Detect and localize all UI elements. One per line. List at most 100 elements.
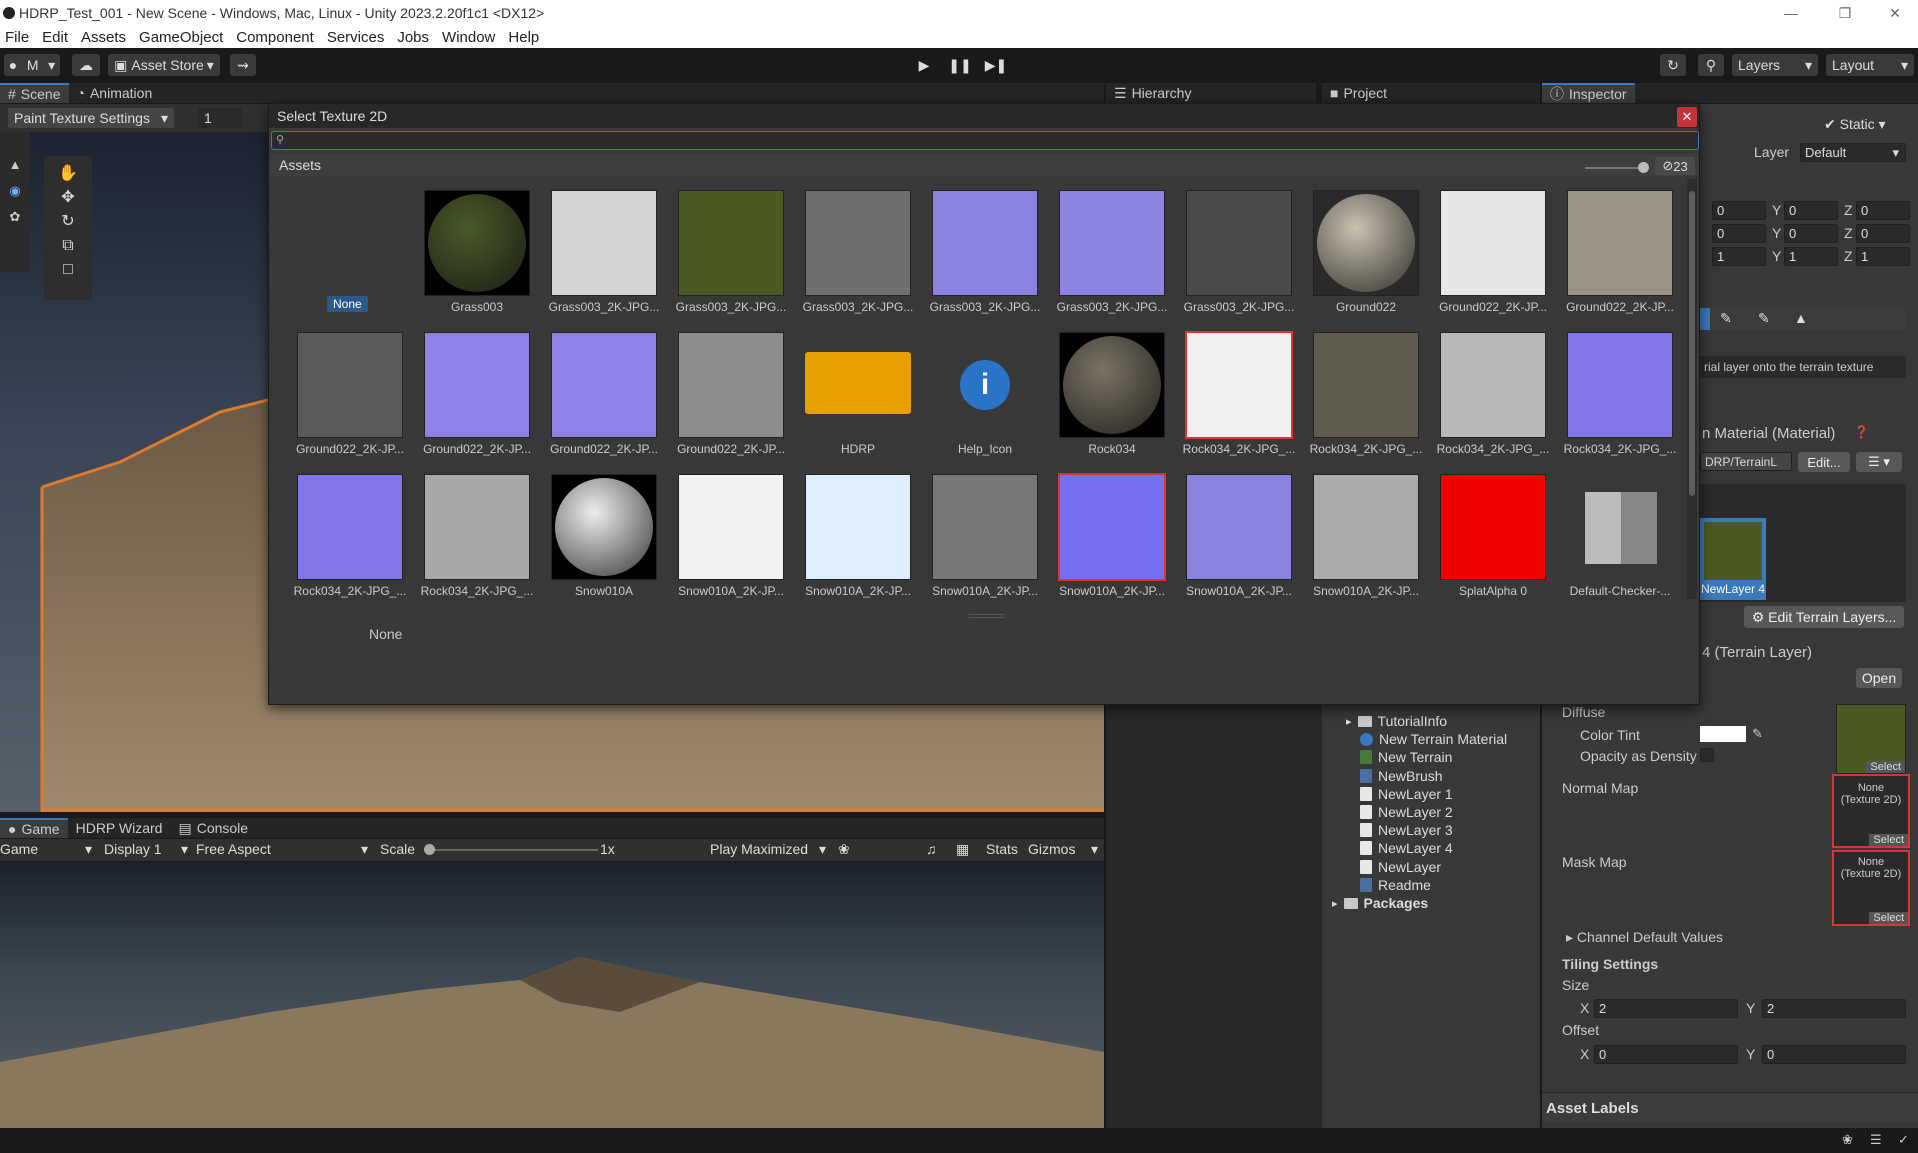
checkmark-icon[interactable]: ✓ — [1898, 1132, 1909, 1148]
transform-field[interactable]: 0 — [1784, 224, 1838, 243]
menu-item-jobs[interactable]: Jobs — [392, 29, 437, 46]
terrain-paint-icon[interactable]: ◉ — [0, 178, 30, 204]
normal-map-slot[interactable]: None (Texture 2D) Select — [1832, 774, 1910, 848]
cloud-icon[interactable]: ☁ — [72, 54, 100, 76]
hand-tool-icon[interactable]: ✋ — [44, 162, 92, 186]
project-item[interactable]: NewLayer 1 — [1360, 785, 1453, 803]
transform-field[interactable]: 0 — [1712, 224, 1766, 243]
texture-item[interactable]: Ground022_2K-JP... — [658, 332, 785, 466]
paint-mode-dropdown[interactable]: Paint Texture Settings ▾ — [8, 108, 174, 128]
texture-item[interactable]: Default-Checker-... — [1547, 474, 1673, 608]
scale-slider[interactable] — [424, 844, 598, 855]
menu-item-gameobject[interactable]: GameObject — [134, 29, 231, 46]
offset-x-field[interactable]: 0 — [1594, 1045, 1738, 1064]
texture-item[interactable]: None — [277, 190, 403, 324]
gizmos-dropdown[interactable]: Gizmos ▾ — [1028, 841, 1098, 858]
help-icon[interactable]: ❓ — [1854, 425, 1869, 439]
layers-status-icon[interactable]: ☰ — [1870, 1132, 1882, 1148]
open-button[interactable]: Open — [1856, 668, 1902, 688]
history-icon[interactable]: ↻ — [1660, 54, 1686, 76]
tab-console[interactable]: ▤ Console — [170, 818, 256, 838]
stats-button[interactable]: Stats — [986, 841, 1018, 857]
diffuse-thumb[interactable]: Select — [1836, 704, 1906, 774]
menu-item-window[interactable]: Window — [437, 29, 503, 46]
split-handle[interactable] — [969, 614, 1005, 618]
terrain-raise-icon[interactable]: ▲ — [0, 152, 30, 178]
texture-item[interactable]: Ground022_2K-JP... — [531, 332, 658, 466]
project-item[interactable]: Readme — [1360, 876, 1431, 894]
normal-map-select-button[interactable]: Select — [1869, 834, 1908, 846]
texture-item[interactable]: Ground022_2K-JP... — [1547, 190, 1674, 324]
minimize-button[interactable]: — — [1768, 0, 1814, 26]
rect-tool-icon[interactable]: □ — [44, 258, 92, 282]
close-window-button[interactable]: ✕ — [1872, 0, 1918, 26]
transform-field[interactable]: 1 — [1712, 247, 1766, 266]
texture-item[interactable]: Rock034_2K-JPG_... — [1166, 331, 1295, 466]
material-edit-button[interactable]: Edit... — [1798, 452, 1850, 472]
stamp-icon[interactable]: ▲ — [1794, 310, 1808, 326]
project-item[interactable]: NewLayer 3 — [1360, 821, 1453, 839]
texture-item[interactable]: Grass003_2K-JPG... — [1039, 190, 1167, 324]
mask-map-select-button[interactable]: Select — [1869, 912, 1908, 924]
tab-animation[interactable]: ◔ Animation — [69, 83, 161, 103]
opacity-checkbox[interactable] — [1700, 748, 1714, 762]
scale-tool-icon[interactable]: ⧉ — [44, 234, 92, 258]
texture-item[interactable]: Ground022_2K-JP... — [404, 332, 531, 466]
expand-arrow-icon[interactable]: ▸ — [1346, 715, 1352, 728]
texture-item[interactable]: Grass003_2K-JPG... — [912, 190, 1040, 324]
texture-item[interactable]: Ground022 — [1293, 190, 1419, 324]
tab-hdrp-wizard[interactable]: HDRP Wizard — [68, 818, 171, 838]
texture-item[interactable]: Snow010A — [531, 474, 657, 608]
tab-hierarchy[interactable]: ☰ Hierarchy — [1106, 83, 1199, 103]
color-tint-swatch[interactable] — [1700, 726, 1746, 742]
size-y-field[interactable]: 2 — [1762, 999, 1906, 1018]
menu-item-help[interactable]: Help — [503, 29, 547, 46]
game-dropdown[interactable]: Game ▾ — [0, 841, 92, 858]
texture-item[interactable]: Snow010A_2K-JP... — [785, 474, 911, 608]
menu-item-component[interactable]: Component — [231, 29, 322, 46]
smudge-icon[interactable]: ✎ — [1758, 310, 1770, 327]
static-toggle[interactable]: ✔ Static ▾ — [1824, 116, 1886, 133]
project-item[interactable]: New Terrain — [1360, 748, 1452, 766]
debug-icon[interactable]: ❀ — [1842, 1132, 1853, 1148]
tab-project[interactable]: ■ Project — [1322, 83, 1395, 103]
edit-terrain-layers-button[interactable]: ⚙ Edit Terrain Layers... — [1744, 606, 1904, 628]
texture-item[interactable]: Grass003_2K-JPG... — [1166, 190, 1294, 324]
game-view[interactable] — [0, 862, 1104, 1128]
search-icon[interactable]: ⚲ — [1698, 54, 1724, 76]
assets-tab[interactable]: Assets — [271, 154, 1699, 176]
expand-arrow-icon[interactable]: ▸ — [1332, 897, 1338, 910]
texture-item[interactable]: HDRP — [785, 332, 911, 466]
texture-item[interactable]: Rock034_2K-JPG_... — [404, 474, 533, 608]
pause-button[interactable]: ❚❚ — [946, 54, 974, 76]
play-mode-dropdown[interactable]: Play Maximized ▾ — [710, 841, 826, 858]
texture-item[interactable]: Ground022_2K-JP... — [1420, 190, 1547, 324]
menu-item-edit[interactable]: Edit — [37, 29, 76, 46]
layers-dropdown[interactable]: Layers ▾ — [1732, 54, 1818, 76]
texture-item[interactable]: Rock034 — [1039, 332, 1165, 466]
project-item[interactable]: NewLayer 2 — [1360, 803, 1453, 821]
account-button[interactable]: ● M ▾ — [4, 54, 60, 76]
offset-y-field[interactable]: 0 — [1762, 1045, 1906, 1064]
texture-item[interactable]: Snow010A_2K-JP... — [1293, 474, 1419, 608]
menu-item-assets[interactable]: Assets — [76, 29, 134, 46]
texture-item[interactable]: Rock034_2K-JPG_... — [277, 474, 406, 608]
layer-thumb-selected[interactable]: NewLayer 4 — [1700, 518, 1766, 600]
project-item[interactable]: ▸ TutorialInfo — [1346, 712, 1447, 730]
texture-item[interactable]: Snow010A_2K-JP... — [1166, 474, 1292, 608]
transform-field[interactable]: 0 — [1856, 224, 1910, 243]
hidden-packages-toggle[interactable]: ⊘ 23 — [1655, 157, 1695, 175]
play-button[interactable]: ▶ — [910, 54, 938, 76]
menu-item-file[interactable]: File — [0, 29, 37, 46]
mask-map-slot[interactable]: None (Texture 2D) Select — [1832, 850, 1910, 926]
project-item[interactable]: ▸ Packages — [1332, 894, 1428, 912]
size-x-field[interactable]: 2 — [1594, 999, 1738, 1018]
aspect-dropdown[interactable]: Free Aspect ▾ — [196, 841, 368, 858]
search-input[interactable]: ⚲ — [271, 131, 1699, 150]
texture-item[interactable]: Grass003_2K-JPG... — [658, 190, 786, 324]
menu-item-services[interactable]: Services — [322, 29, 393, 46]
version-control-icon[interactable]: ⇝ — [230, 54, 256, 76]
display-dropdown[interactable]: Display 1 ▾ — [104, 841, 188, 858]
diffuse-select-button[interactable]: Select — [1866, 761, 1905, 773]
move-tool-icon[interactable]: ✥ — [44, 186, 92, 210]
